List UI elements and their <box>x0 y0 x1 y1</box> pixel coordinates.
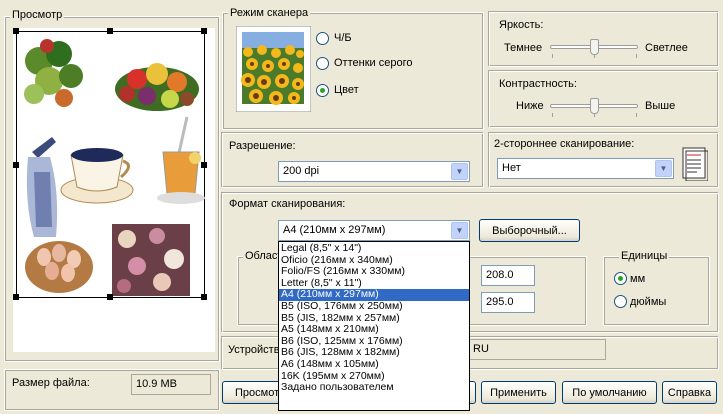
mode-sunflower-thumbnail <box>236 26 311 112</box>
preview-image-flowers <box>112 224 190 296</box>
units-radio-inch[interactable] <box>614 295 627 308</box>
resize-handle-sw[interactable] <box>13 294 19 300</box>
format-option[interactable]: B5 (ISO, 176мм x 250мм) <box>279 300 469 313</box>
mode-radio-bw[interactable] <box>316 32 329 45</box>
brightness-max-label: Светлее <box>645 42 688 54</box>
format-option[interactable]: Legal (8,5" x 14") <box>279 242 469 255</box>
brightness-title: Яркость: <box>499 19 544 31</box>
resolution-value: 200 dpi <box>283 165 320 177</box>
contrast-max-label: Выше <box>645 100 676 112</box>
preview-button-label: Просмот <box>235 386 280 399</box>
preview-title: Просмотр <box>10 9 65 21</box>
format-option[interactable]: Задано пользователем <box>279 382 469 394</box>
mode-radio-color[interactable] <box>316 84 329 97</box>
device-value-text: RU <box>473 343 489 355</box>
device-label: Устройств <box>228 344 280 356</box>
preview-image-tea-glass <box>157 116 205 204</box>
contrast-title: Контрастность: <box>499 78 577 90</box>
resolution-select[interactable]: 200 dpi ▼ <box>278 161 470 182</box>
mode-radio-grayscale[interactable] <box>316 57 329 70</box>
preview-image-coffee-cup <box>60 148 134 204</box>
resize-handle-nw[interactable] <box>13 28 19 34</box>
units-label-inch: дюймы <box>630 296 667 308</box>
preview-canvas[interactable] <box>13 28 215 352</box>
mode-title: Режим сканера <box>228 7 311 19</box>
format-dropdown-list[interactable]: Legal (8,5" x 14") Oficio (216мм x 340мм)… <box>278 241 470 411</box>
resize-handle-e[interactable] <box>201 162 207 168</box>
scan-region[interactable] <box>13 28 207 300</box>
custom-format-button[interactable]: Выборочный... <box>479 219 580 242</box>
duplex-document-icon <box>682 147 708 181</box>
default-button[interactable]: По умолчанию <box>562 381 657 404</box>
resize-handle-s[interactable] <box>107 294 113 300</box>
mode-label-bw: Ч/Б <box>334 32 352 44</box>
file-size-label: Размер файла: <box>12 377 90 389</box>
preview-image-vegetables <box>24 39 83 107</box>
mode-label-color: Цвет <box>334 84 359 96</box>
preview-image-eggs-basket <box>25 241 93 293</box>
help-button[interactable]: Справка <box>662 381 717 404</box>
contrast-min-label: Ниже <box>516 100 544 112</box>
chevron-down-icon[interactable]: ▼ <box>451 222 468 239</box>
brightness-slider-thumb[interactable] <box>590 39 599 55</box>
brightness-tick <box>636 54 637 58</box>
resize-handle-ne[interactable] <box>201 28 207 34</box>
duplex-select[interactable]: Нет ▼ <box>497 158 674 179</box>
format-value: A4 (210мм x 297мм) <box>283 224 386 236</box>
units-label-mm: мм <box>630 273 646 285</box>
area-width-field[interactable]: 208.0 <box>481 265 535 286</box>
mode-label-grayscale: Оттенки серого <box>334 57 413 69</box>
resolution-title: Разрешение: <box>229 140 296 152</box>
resize-handle-w[interactable] <box>13 162 19 168</box>
brightness-tick <box>552 54 553 58</box>
brightness-min-label: Темнее <box>504 42 543 54</box>
format-option[interactable]: A6 (148мм x 105мм) <box>279 358 469 371</box>
chevron-down-icon[interactable]: ▼ <box>655 160 672 177</box>
preview-image-fruits <box>115 63 199 111</box>
contrast-tick <box>552 113 553 117</box>
units-group <box>603 256 710 326</box>
file-size-value: 10.9 MB <box>131 374 211 395</box>
format-select[interactable]: A4 (210мм x 297мм) ▼ <box>278 220 470 241</box>
duplex-value: Нет <box>502 162 521 174</box>
chevron-down-icon[interactable]: ▼ <box>451 163 468 180</box>
contrast-slider-thumb[interactable] <box>590 98 599 114</box>
resize-handle-n[interactable] <box>107 28 113 34</box>
format-title: Формат сканирования: <box>229 198 346 210</box>
device-value: RU <box>468 339 606 360</box>
area-height-field[interactable]: 295.0 <box>481 292 535 313</box>
resize-handle-se[interactable] <box>201 294 207 300</box>
contrast-tick <box>636 113 637 117</box>
format-option[interactable]: A5 (148мм x 210мм) <box>279 324 469 336</box>
units-title: Единицы <box>619 250 670 262</box>
duplex-title: 2-стороннее сканирование: <box>494 138 635 150</box>
apply-button[interactable]: Применить <box>481 381 556 404</box>
units-radio-mm[interactable] <box>614 272 627 285</box>
